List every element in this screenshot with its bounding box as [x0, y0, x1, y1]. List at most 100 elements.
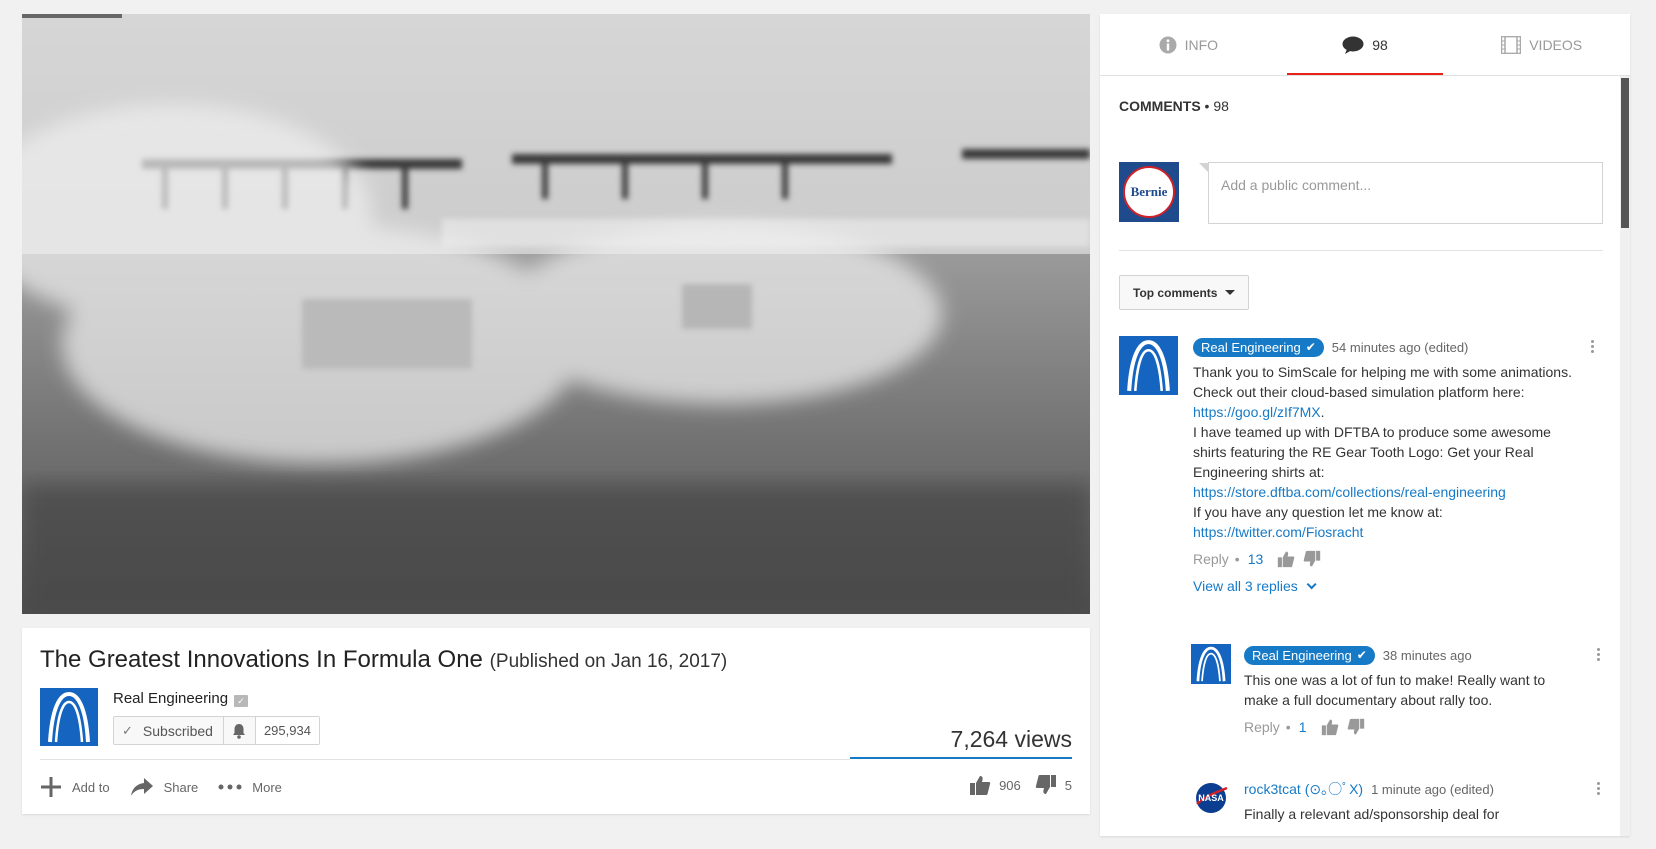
- comment-author[interactable]: Real Engineering: [1201, 340, 1301, 355]
- add-to-button[interactable]: Add to: [40, 776, 110, 798]
- reply-avatar[interactable]: NASA: [1191, 778, 1231, 818]
- caret-down-icon: [1225, 290, 1236, 295]
- thumbs-down-icon[interactable]: [1303, 550, 1321, 568]
- channel-avatar[interactable]: [40, 688, 98, 746]
- scrollbar-thumb[interactable]: [1621, 78, 1629, 228]
- reply-author[interactable]: rock3tcat (⊙｡○ﾟX): [1244, 779, 1363, 799]
- share-button[interactable]: Share: [130, 777, 199, 797]
- verified-check-icon: ✔: [1356, 648, 1367, 662]
- reply-time[interactable]: 1 minute ago (edited): [1371, 782, 1494, 797]
- comment-menu-icon[interactable]: [1591, 340, 1595, 355]
- check-icon: ✓: [122, 722, 133, 738]
- video-player[interactable]: [22, 14, 1090, 614]
- arch-logo-icon: [1196, 646, 1226, 682]
- comment-link[interactable]: https://twitter.com/Fiosracht: [1193, 522, 1573, 542]
- reply-body: rock3tcat (⊙｡○ﾟX) 1 minute ago (edited) …: [1244, 778, 1574, 824]
- verified-icon: ✓: [234, 695, 249, 707]
- comment-actions: Reply • 13: [1193, 550, 1573, 568]
- comment-text-part: Thank you to SimScale for helping me wit…: [1193, 364, 1572, 400]
- comments-header: COMMENTS • 98: [1119, 98, 1229, 114]
- reply-time[interactable]: 38 minutes ago: [1383, 648, 1472, 663]
- sidebar-tabs: INFO 98 VIDEOS: [1100, 14, 1630, 76]
- dislike-count: 5: [1064, 777, 1072, 793]
- thumbs-down-icon[interactable]: [1347, 718, 1365, 736]
- film-icon: [1501, 35, 1522, 54]
- comment-icon: [1342, 36, 1364, 54]
- view-replies-label: View all 3 replies: [1193, 578, 1298, 594]
- tab-info[interactable]: INFO: [1100, 14, 1277, 75]
- comment-body: Real Engineering ✔ 54 minutes ago (edited…: [1193, 336, 1573, 594]
- reply-menu-icon[interactable]: [1597, 648, 1601, 663]
- divider: [40, 759, 850, 760]
- comment-link[interactable]: https://goo.gl/zIf7MX: [1193, 404, 1321, 420]
- tab-comments-label: 98: [1372, 36, 1388, 53]
- channel-name-text[interactable]: Real Engineering: [113, 690, 228, 707]
- like-ratio-bar: [850, 757, 1072, 759]
- reply-like-count: 1: [1298, 719, 1307, 735]
- svg-text:NASA: NASA: [1198, 793, 1224, 803]
- comment-link[interactable]: https://store.dftba.com/collections/real…: [1193, 482, 1573, 502]
- reply-text: This one was a lot of fun to make! Reall…: [1244, 672, 1546, 708]
- view-replies-button[interactable]: View all 3 replies: [1193, 578, 1573, 594]
- comment-like-count: 13: [1247, 551, 1264, 567]
- user-avatar[interactable]: Bernie: [1119, 162, 1179, 222]
- comment-author-badge[interactable]: Real Engineering ✔: [1193, 337, 1324, 357]
- subscribe-button[interactable]: ✓ Subscribed: [114, 717, 224, 744]
- nasa-logo-icon: NASA: [1196, 783, 1228, 813]
- reply-button[interactable]: Reply: [1193, 551, 1229, 567]
- reply-text: Finally a relevant ad/sponsorship deal f…: [1244, 806, 1500, 822]
- tab-videos[interactable]: VIDEOS: [1453, 14, 1630, 75]
- subscriber-count: 295,934: [255, 717, 319, 744]
- reply-meta: Real Engineering ✔ 38 minutes ago: [1244, 644, 1574, 666]
- video-title-text: The Greatest Innovations In Formula One: [40, 646, 483, 673]
- comment-meta: Real Engineering ✔ 54 minutes ago (edited…: [1193, 336, 1573, 358]
- comment-text-part: .: [1320, 404, 1325, 420]
- subscribe-label: Subscribed: [142, 722, 213, 739]
- comment-input[interactable]: Add a public comment...: [1199, 162, 1603, 224]
- reply-menu-icon[interactable]: [1597, 782, 1601, 797]
- arch-logo-icon: [48, 691, 90, 743]
- separator-dot: •: [1285, 719, 1291, 735]
- plus-icon: [41, 777, 61, 797]
- comment-text-part: I have teamed up with DFTBA to produce s…: [1193, 424, 1551, 480]
- thumbs-up-icon[interactable]: [1321, 718, 1339, 736]
- reply-button[interactable]: Reply: [1244, 719, 1280, 735]
- thumbs-down-icon[interactable]: [1035, 774, 1057, 796]
- add-to-label: Add to: [72, 779, 110, 795]
- comment-time[interactable]: 54 minutes ago (edited): [1332, 340, 1469, 355]
- more-label: More: [252, 779, 282, 795]
- reply-meta: rock3tcat (⊙｡○ﾟX) 1 minute ago (edited): [1244, 778, 1574, 800]
- tab-info-label: INFO: [1184, 36, 1219, 53]
- info-icon: [1159, 36, 1177, 53]
- channel-name[interactable]: Real Engineering ✓: [113, 690, 249, 707]
- comment-avatar[interactable]: [1119, 336, 1178, 395]
- like-count: 906: [999, 777, 1021, 793]
- view-count: 7,264 views: [950, 726, 1072, 752]
- reply-author-badge[interactable]: Real Engineering ✔: [1244, 645, 1375, 665]
- reply-avatar[interactable]: [1191, 644, 1231, 684]
- comments-header-count: 98: [1213, 98, 1229, 114]
- watch-sidebar: INFO 98 VIDEOS COMMENTS • 98 Bernie Add …: [1100, 14, 1630, 836]
- comments-header-label: COMMENTS: [1119, 98, 1201, 114]
- more-button[interactable]: More: [218, 780, 282, 795]
- sort-label: Top comments: [1133, 285, 1218, 300]
- more-dots-icon: [218, 784, 242, 790]
- notification-bell-button[interactable]: [224, 717, 256, 744]
- reply-author[interactable]: Real Engineering: [1252, 648, 1352, 663]
- like-dislike-group: 906 5: [969, 774, 1072, 796]
- tab-comments[interactable]: 98: [1277, 14, 1454, 75]
- tab-videos-label: VIDEOS: [1529, 36, 1583, 53]
- thumbs-up-icon[interactable]: [969, 774, 991, 796]
- reply-body: Real Engineering ✔ 38 minutes ago This on…: [1244, 644, 1574, 736]
- sort-comments-dropdown[interactable]: Top comments: [1119, 275, 1250, 310]
- video-progress-bar[interactable]: [22, 14, 122, 18]
- comment-text: Thank you to SimScale for helping me wit…: [1193, 362, 1573, 542]
- video-title: The Greatest Innovations In Formula One …: [40, 646, 727, 674]
- video-frame: [22, 14, 1090, 614]
- action-bar: Add to Share More: [40, 776, 302, 798]
- share-label: Share: [163, 779, 199, 795]
- divider: [1119, 250, 1603, 251]
- thumbs-up-icon[interactable]: [1277, 550, 1295, 568]
- reply-actions: Reply • 1: [1244, 718, 1574, 736]
- video-info-card: The Greatest Innovations In Formula One …: [22, 628, 1090, 814]
